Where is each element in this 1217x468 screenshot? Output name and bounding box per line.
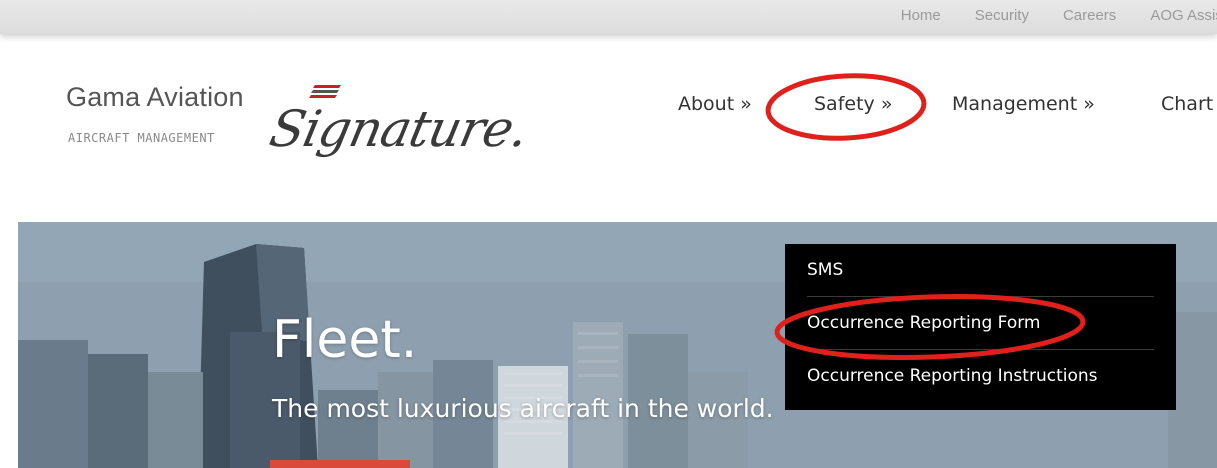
top-link-careers[interactable]: Careers [1063, 7, 1116, 24]
top-link-home[interactable]: Home [901, 7, 941, 24]
logo-subtitle: AIRCRAFT MANAGEMENT [68, 131, 215, 145]
hero-cta-button[interactable] [270, 460, 410, 468]
hero-subtitle: The most luxurious aircraft in the world… [272, 394, 774, 423]
top-link-security[interactable]: Security [975, 7, 1029, 24]
nav-item-about[interactable]: About » [678, 93, 752, 115]
dropdown-item-occurrence-reporting-form[interactable]: Occurrence Reporting Form [807, 297, 1154, 350]
top-link-aog-assist[interactable]: AOG Assist [1150, 7, 1217, 24]
dropdown-item-occurrence-reporting-instructions[interactable]: Occurrence Reporting Instructions [807, 350, 1154, 402]
hero-title: Fleet. [272, 310, 418, 370]
logo-brand-text: Gama Aviation [66, 82, 244, 112]
top-utility-bar: Home Security Careers AOG Assist [0, 0, 1217, 34]
nav-item-charter[interactable]: Chart [1161, 93, 1213, 115]
logo-script-text: Signature. [264, 100, 534, 158]
safety-dropdown-menu: SMS Occurrence Reporting Form Occurrence… [785, 244, 1176, 410]
site-logo[interactable]: Gama Aviation AIRCRAFT MANAGEMENT Signat… [66, 82, 533, 182]
dropdown-item-sms[interactable]: SMS [807, 244, 1154, 297]
nav-item-management[interactable]: Management » [952, 93, 1095, 115]
logo-flag-icon [309, 85, 341, 98]
nav-item-safety[interactable]: Safety » [814, 93, 892, 115]
top-links: Home Security Careers AOG Assist [901, 7, 1217, 24]
